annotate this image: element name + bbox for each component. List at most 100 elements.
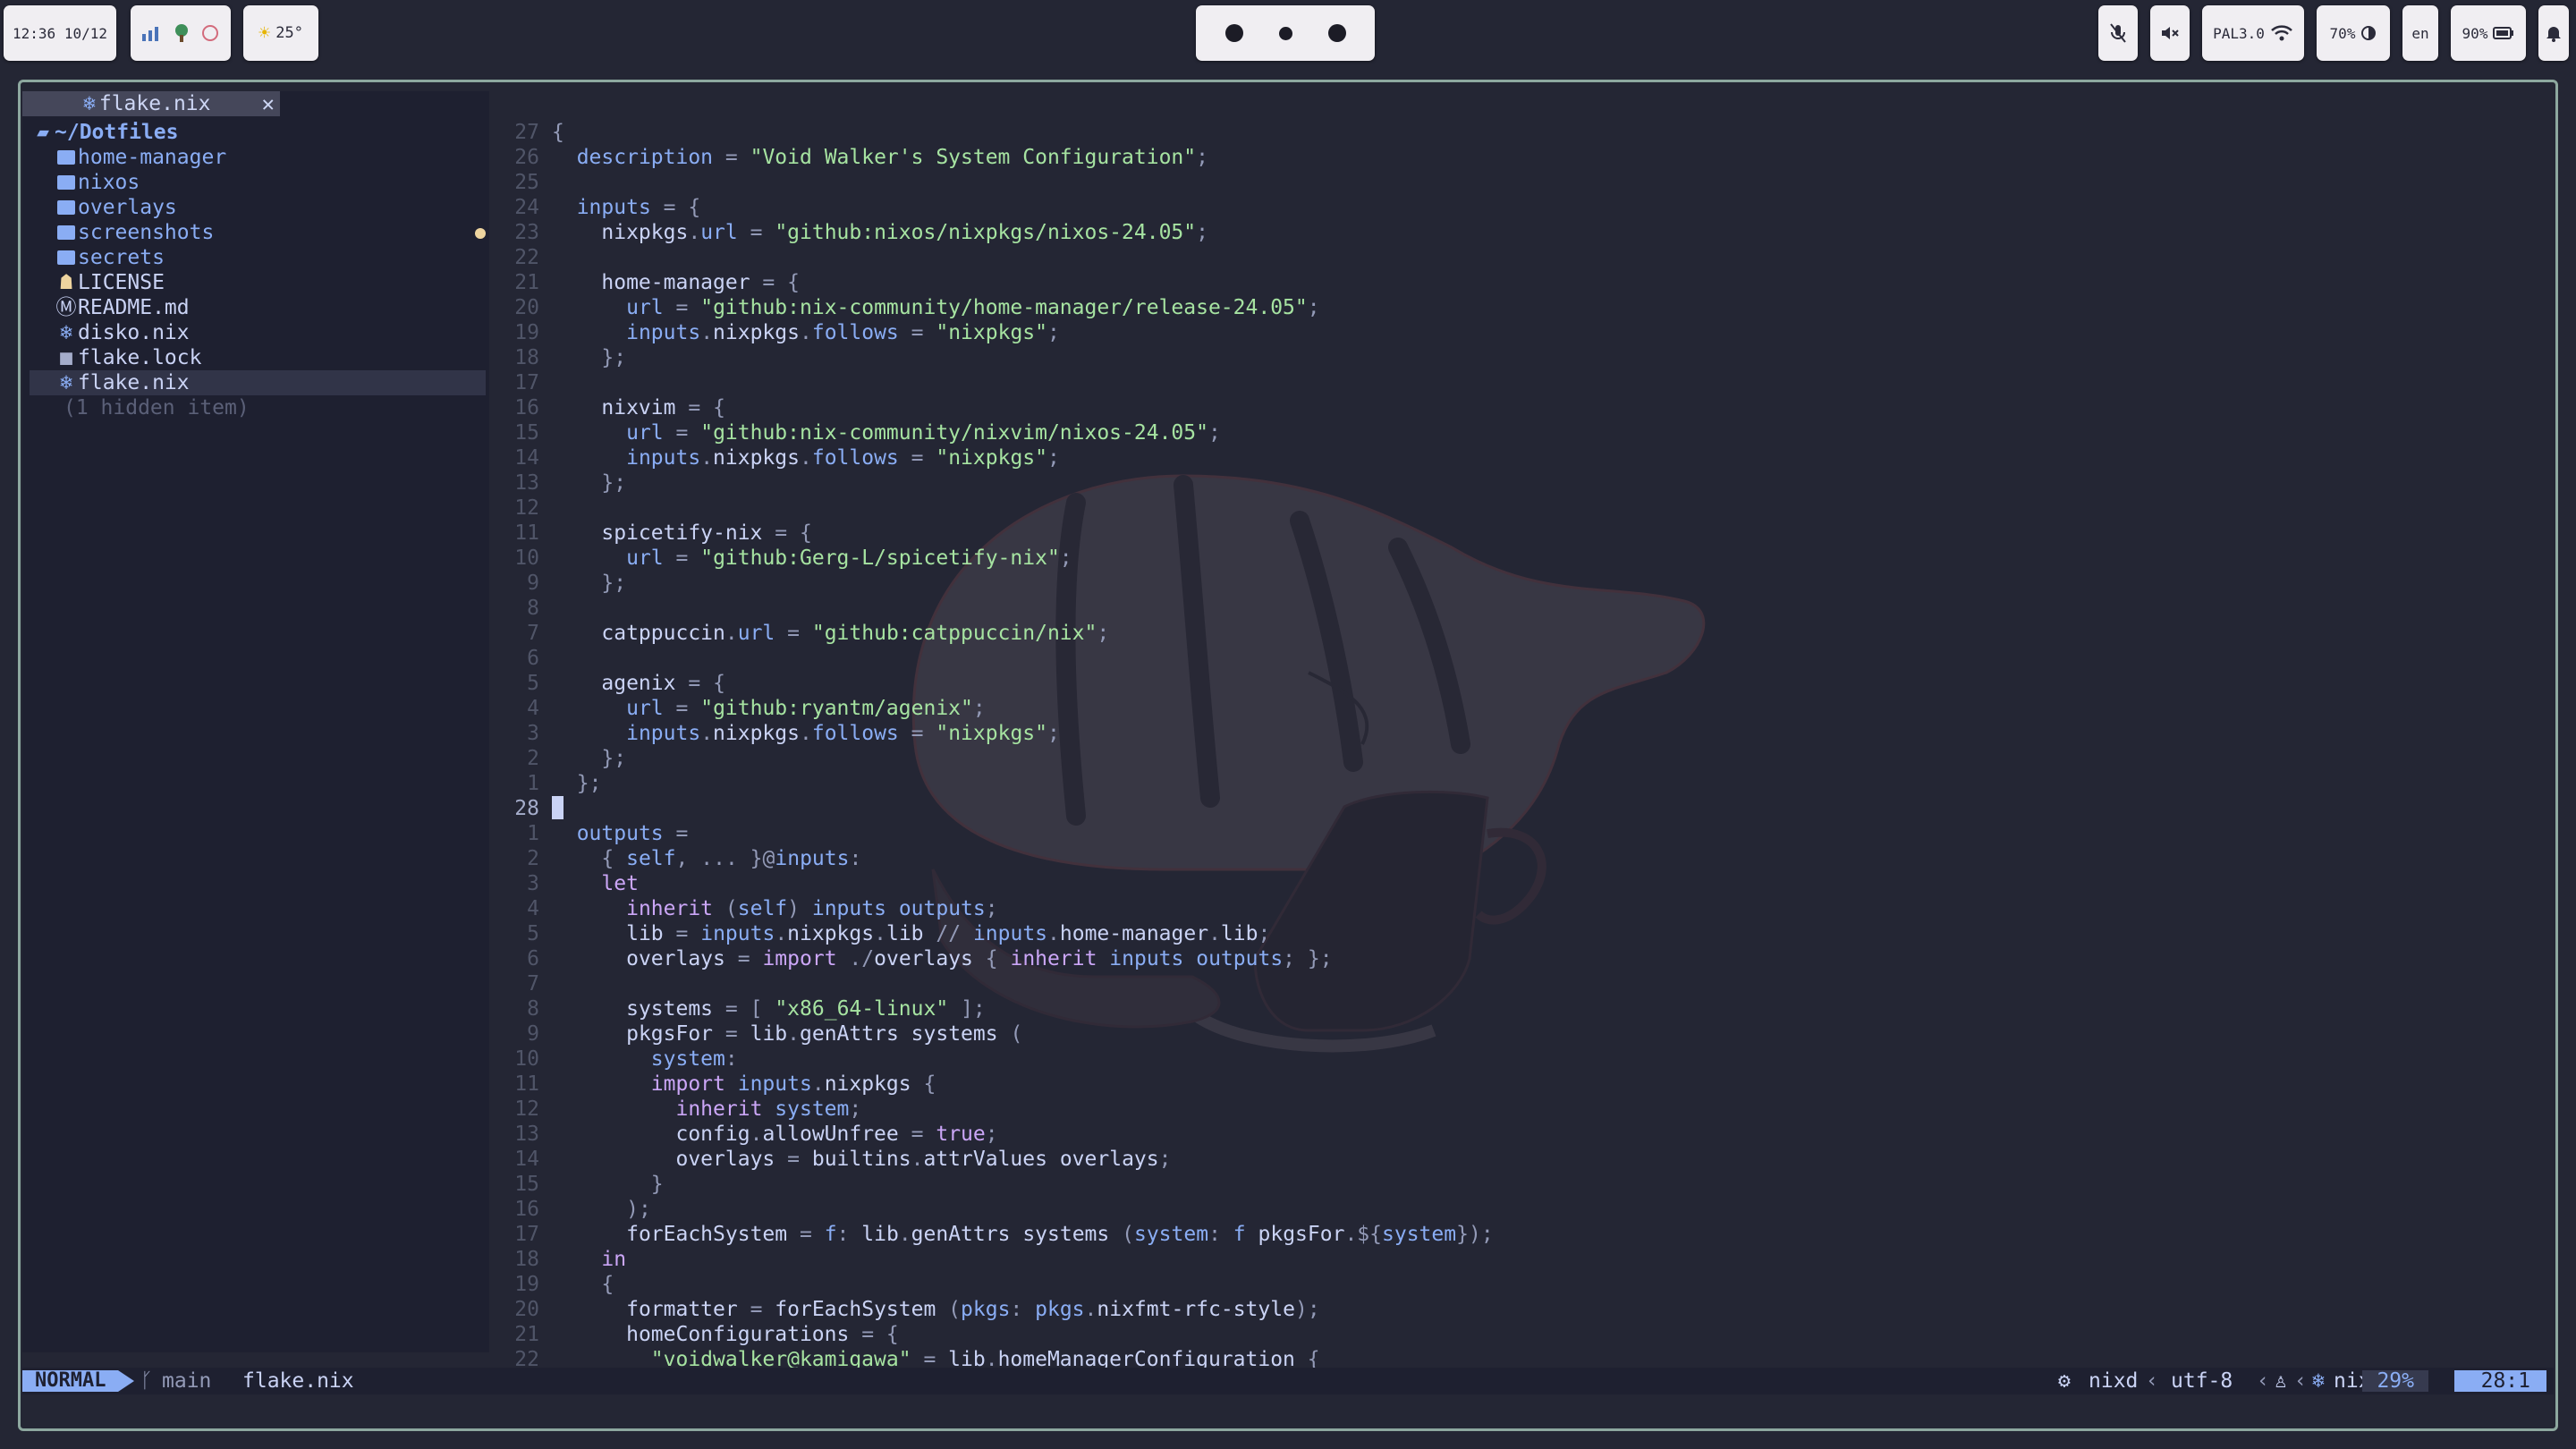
- code-line[interactable]: 20 url = "github:nix-community/home-mana…: [491, 295, 2548, 320]
- line-code: inherit (self) inputs outputs;: [626, 897, 998, 920]
- code-line[interactable]: 5 agenix = {: [491, 671, 2548, 696]
- code-line[interactable]: 14 overlays = builtins.attrValues overla…: [491, 1147, 2548, 1172]
- workspace-switcher[interactable]: [1196, 5, 1375, 61]
- code-line[interactable]: 10 system:: [491, 1046, 2548, 1072]
- chart-icon: [142, 27, 158, 41]
- mic-muted-button[interactable]: [2098, 5, 2138, 61]
- close-icon[interactable]: ✕: [262, 91, 275, 116]
- code-line[interactable]: 11 spicetify-nix = {: [491, 521, 2548, 546]
- tree-item[interactable]: secrets: [30, 245, 486, 270]
- code-line[interactable]: 12: [491, 496, 2548, 521]
- code-line[interactable]: 16 nixvim = {: [491, 395, 2548, 420]
- tree-item[interactable]: home-manager: [30, 145, 486, 170]
- code-line[interactable]: 4 url = "github:ryantm/agenix";: [491, 696, 2548, 721]
- terminal-window[interactable]: ❄ flake.nix ✕ ▰ ~/Dotfiles home-manager nix…: [18, 80, 2558, 1431]
- linux-icon: ♙: [2275, 1369, 2287, 1393]
- code-line[interactable]: 21 homeConfigurations = {: [491, 1322, 2548, 1347]
- line-number: 24: [514, 196, 539, 219]
- code-line[interactable]: 3 let: [491, 871, 2548, 896]
- tree-item-label: overlays: [78, 196, 177, 219]
- tree-item-label: ~/Dotfiles: [55, 121, 179, 144]
- volume-muted-button[interactable]: [2150, 5, 2190, 61]
- tree-item[interactable]: ❄ flake.nix: [30, 370, 486, 395]
- code-line[interactable]: 11 import inputs.nixpkgs {: [491, 1072, 2548, 1097]
- code-line[interactable]: 24 inputs = {: [491, 195, 2548, 220]
- network-widget[interactable]: PAL3.0: [2202, 5, 2304, 61]
- code-line[interactable]: 27 {: [491, 120, 2548, 145]
- folder-icon: [55, 245, 78, 270]
- code-line[interactable]: 23 nixpkgs.url = "github:nixos/nixpkgs/n…: [491, 220, 2548, 245]
- battery-label: 90%: [2462, 24, 2488, 42]
- line-code: outputs =: [576, 822, 689, 845]
- code-line[interactable]: 4 inherit (self) inputs outputs;: [491, 896, 2548, 921]
- tray-widget[interactable]: [131, 5, 231, 61]
- code-line[interactable]: 28: [491, 796, 2548, 821]
- sun-icon: ☀: [258, 21, 271, 45]
- tree-item[interactable]: ■ flake.lock: [30, 345, 486, 370]
- code-editor[interactable]: 27{26 description = "Void Walker's Syste…: [491, 120, 2548, 1372]
- tree-item[interactable]: overlays: [30, 195, 486, 220]
- code-line[interactable]: 19 {: [491, 1272, 2548, 1297]
- tree-item[interactable]: ❄ disko.nix: [30, 320, 486, 345]
- code-line[interactable]: 14 inputs.nixpkgs.follows = "nixpkgs";: [491, 445, 2548, 470]
- code-line[interactable]: 2 };: [491, 746, 2548, 771]
- line-number: 19: [514, 1273, 539, 1296]
- code-line[interactable]: 7 catppuccin.url = "github:catppuccin/ni…: [491, 621, 2548, 646]
- code-line[interactable]: 18 in: [491, 1247, 2548, 1272]
- code-line[interactable]: 19 inputs.nixpkgs.follows = "nixpkgs";: [491, 320, 2548, 345]
- code-line[interactable]: 5 lib = inputs.nixpkgs.lib // inputs.hom…: [491, 921, 2548, 946]
- workspace-2[interactable]: [1278, 26, 1292, 40]
- code-line[interactable]: 10 url = "github:Gerg-L/spicetify-nix";: [491, 546, 2548, 571]
- line-number: 3: [527, 722, 539, 745]
- code-line[interactable]: 26 description = "Void Walker's System C…: [491, 145, 2548, 170]
- code-line[interactable]: 15 }: [491, 1172, 2548, 1197]
- statusline: NORMAL ᚴ main flake.nix ⚙ nixd ‹ utf-8 ‹…: [22, 1368, 2554, 1394]
- tree-item[interactable]: screenshots: [30, 220, 486, 245]
- code-line[interactable]: 8 systems = [ "x86_64-linux" ];: [491, 996, 2548, 1021]
- code-line[interactable]: 8: [491, 596, 2548, 621]
- notifications-button[interactable]: [2538, 5, 2569, 61]
- code-line[interactable]: 7: [491, 971, 2548, 996]
- code-line[interactable]: 13 };: [491, 470, 2548, 496]
- code-line[interactable]: 17 forEachSystem = f: lib.genAttrs syste…: [491, 1222, 2548, 1247]
- code-line[interactable]: 21 home-manager = {: [491, 270, 2548, 295]
- folder-icon: [55, 220, 78, 245]
- code-line[interactable]: 1 };: [491, 771, 2548, 796]
- tab-flake-nix[interactable]: ❄ flake.nix ✕: [22, 91, 280, 116]
- workspace-1[interactable]: [1224, 24, 1243, 42]
- code-line[interactable]: 9 };: [491, 571, 2548, 596]
- code-line[interactable]: 18 };: [491, 345, 2548, 370]
- code-line[interactable]: 6: [491, 646, 2548, 671]
- code-line[interactable]: 17: [491, 370, 2548, 395]
- tree-item[interactable]: ☗ LICENSE: [30, 270, 486, 295]
- nix-icon: ❄: [83, 92, 96, 115]
- workspace-3[interactable]: [1327, 24, 1346, 42]
- clock-widget[interactable]: 12:36 10/12: [4, 5, 116, 61]
- tree-item[interactable]: ⓂREADME.md: [30, 295, 486, 320]
- weather-widget[interactable]: ☀ 25°: [243, 5, 318, 61]
- battery-widget[interactable]: 90%: [2451, 5, 2526, 61]
- code-line[interactable]: 1 outputs =: [491, 821, 2548, 846]
- tree-item[interactable]: ▰ ~/Dotfiles: [30, 120, 486, 145]
- code-line[interactable]: 12 inherit system;: [491, 1097, 2548, 1122]
- code-line[interactable]: 20 formatter = forEachSystem (pkgs: pkgs…: [491, 1297, 2548, 1322]
- code-line[interactable]: 22: [491, 245, 2548, 270]
- branch-label: main: [162, 1369, 212, 1393]
- wifi-icon: [2271, 25, 2292, 41]
- line-number: 23: [514, 221, 539, 244]
- line-number: 28: [514, 797, 539, 820]
- code-line[interactable]: 25: [491, 170, 2548, 195]
- code-line[interactable]: 16 );: [491, 1197, 2548, 1222]
- code-line[interactable]: 3 inputs.nixpkgs.follows = "nixpkgs";: [491, 721, 2548, 746]
- code-line[interactable]: 2 { self, ... }@inputs:: [491, 846, 2548, 871]
- line-code: };: [601, 471, 627, 495]
- code-line[interactable]: 6 overlays = import ./overlays { inherit…: [491, 946, 2548, 971]
- separator-icon: ‹: [2257, 1369, 2269, 1393]
- code-line[interactable]: 15 url = "github:nix-community/nixvim/ni…: [491, 420, 2548, 445]
- brightness-widget[interactable]: 70%: [2317, 5, 2390, 61]
- tree-item[interactable]: nixos: [30, 170, 486, 195]
- code-line[interactable]: 9 pkgsFor = lib.genAttrs systems (: [491, 1021, 2548, 1046]
- language-widget[interactable]: en: [2402, 5, 2438, 61]
- code-line[interactable]: 13 config.allowUnfree = true;: [491, 1122, 2548, 1147]
- line-code: nixpkgs.url = "github:nixos/nixpkgs/nixo…: [601, 221, 1208, 244]
